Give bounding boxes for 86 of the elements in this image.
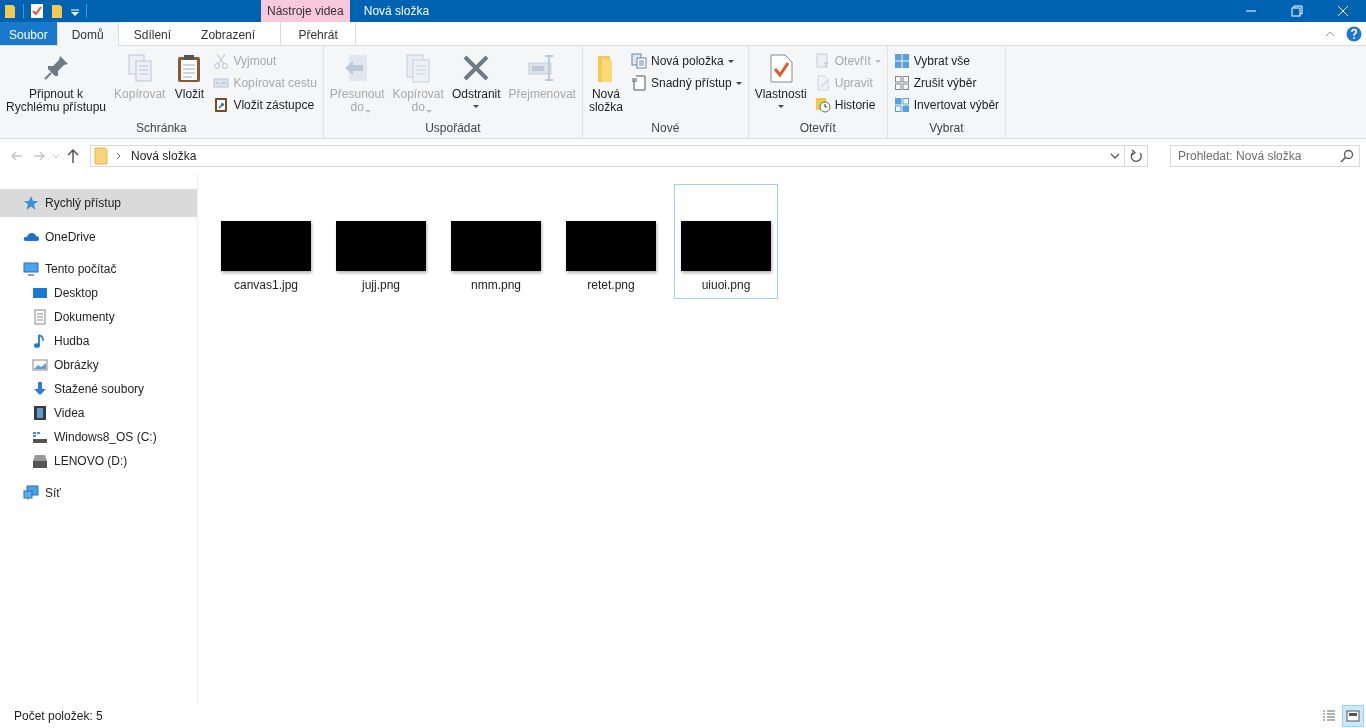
ribbon-tab[interactable]: Zobrazení [186,22,271,45]
file-item[interactable]: retet.png [559,184,663,299]
ribbon-button[interactable]: Vlastnosti [751,50,810,121]
file-item[interactable]: uiuoi.png [674,184,778,299]
select-none-icon [893,75,910,91]
folder-icon[interactable] [3,3,17,19]
file-item[interactable]: jujj.png [329,184,433,299]
drive-icon [32,429,48,445]
ribbon-button[interactable]: Nová položka [627,52,745,70]
details-view-icon[interactable] [1321,708,1337,724]
ribbon-button[interactable]: Vybrat vše [890,52,1003,70]
caret-icon [426,110,433,113]
ribbon-tab[interactable]: Domů [56,22,119,46]
caret-icon [473,105,480,108]
ribbon-button[interactable]: Vložit zástupce [210,96,320,114]
monitor-icon [23,261,39,277]
folder-icon[interactable] [50,3,64,19]
folder-icon [93,147,109,165]
caret-icon [365,110,372,113]
tree-item[interactable]: Síť [0,481,197,505]
select-all-icon [893,53,910,69]
tree-item[interactable]: Rychlý přístup [0,189,197,217]
file-name: canvas1.jpg [233,278,298,294]
open-icon [814,53,831,69]
address-bar[interactable]: Nová složka [90,145,1125,167]
tree-item[interactable]: Videa [0,401,197,425]
ribbon-tab[interactable]: Soubor [0,22,57,45]
tree-item[interactable]: Windows8_OS (C:) [0,425,197,449]
shortcut-icon [213,97,230,113]
file-item[interactable]: canvas1.jpg [214,184,318,299]
ribbon-button[interactable]: Nová složka [585,50,626,121]
ribbon-button[interactable]: Invertovat výběr [890,96,1003,114]
file-name: uiuoi.png [701,278,751,294]
tree-item[interactable]: OneDrive [0,225,197,249]
new-item-icon [630,53,647,69]
ribbon-button[interactable]: Zrušit výběr [890,74,1003,92]
document-icon [630,75,647,91]
ribbon-button[interactable]: Odstranit [448,50,504,121]
tree-item[interactable]: Tento počítač [0,257,197,281]
ribbon-button[interactable]: Snadný přístup [627,74,745,92]
item-count: Počet položek: 5 [14,709,103,723]
tree-item[interactable]: Dokumenty [0,305,197,329]
group-label: Nové [650,121,681,137]
path-icon [213,75,230,91]
download-icon [32,381,48,397]
group-label: Otevřít [798,121,837,137]
file-item[interactable]: nmm.png [444,184,548,299]
tree-item[interactable]: Obrázky [0,353,197,377]
drive-icon [32,453,48,469]
ribbon-button[interactable]: Historie [811,96,884,114]
search-icon [1339,148,1355,164]
caret-icon [727,59,734,63]
desktop-icon [32,285,48,301]
tree-item[interactable]: Desktop [0,281,197,305]
star-icon [23,195,39,211]
scissors-icon [213,53,230,69]
invert-selection-icon [893,97,910,113]
file-name: retet.png [587,278,635,294]
breadcrumb-item[interactable]: Nová složka [131,149,197,163]
group-label: Schránka [135,121,188,137]
caret-icon [874,59,881,63]
caret-icon [777,105,784,108]
caret-icon [735,81,742,85]
edit-icon [814,75,831,91]
help-icon[interactable] [1346,25,1362,42]
search-field[interactable]: Prohledat: Nová složka [1170,145,1360,167]
context-tab-title: Nástroje videa [261,0,350,22]
file-name: jujj.png [362,278,400,294]
properties-icon[interactable] [30,3,44,19]
tree-item[interactable]: Stažené soubory [0,377,197,401]
group-label: Vybrat [928,121,965,137]
group-label: Uspořádat [424,121,482,137]
ribbon-button[interactable]: Připnout k Rychlému přístupu [3,50,110,121]
window-title: Nová složka [362,3,431,20]
ribbon-button[interactable]: Vložit [170,50,209,121]
network-icon [23,485,39,501]
ribbon-tab[interactable]: Sdílení [118,22,187,45]
document-icon [32,309,48,325]
film-icon [32,405,48,421]
file-name: nmm.png [471,278,521,294]
large-icons-view-icon[interactable] [1345,708,1361,724]
tree-item[interactable]: Hudba [0,329,197,353]
history-icon [814,97,831,113]
image-icon [32,357,48,373]
ribbon-tab[interactable]: Přehrát [280,22,357,45]
tree-item[interactable]: LENOVO (D:) [0,449,197,473]
